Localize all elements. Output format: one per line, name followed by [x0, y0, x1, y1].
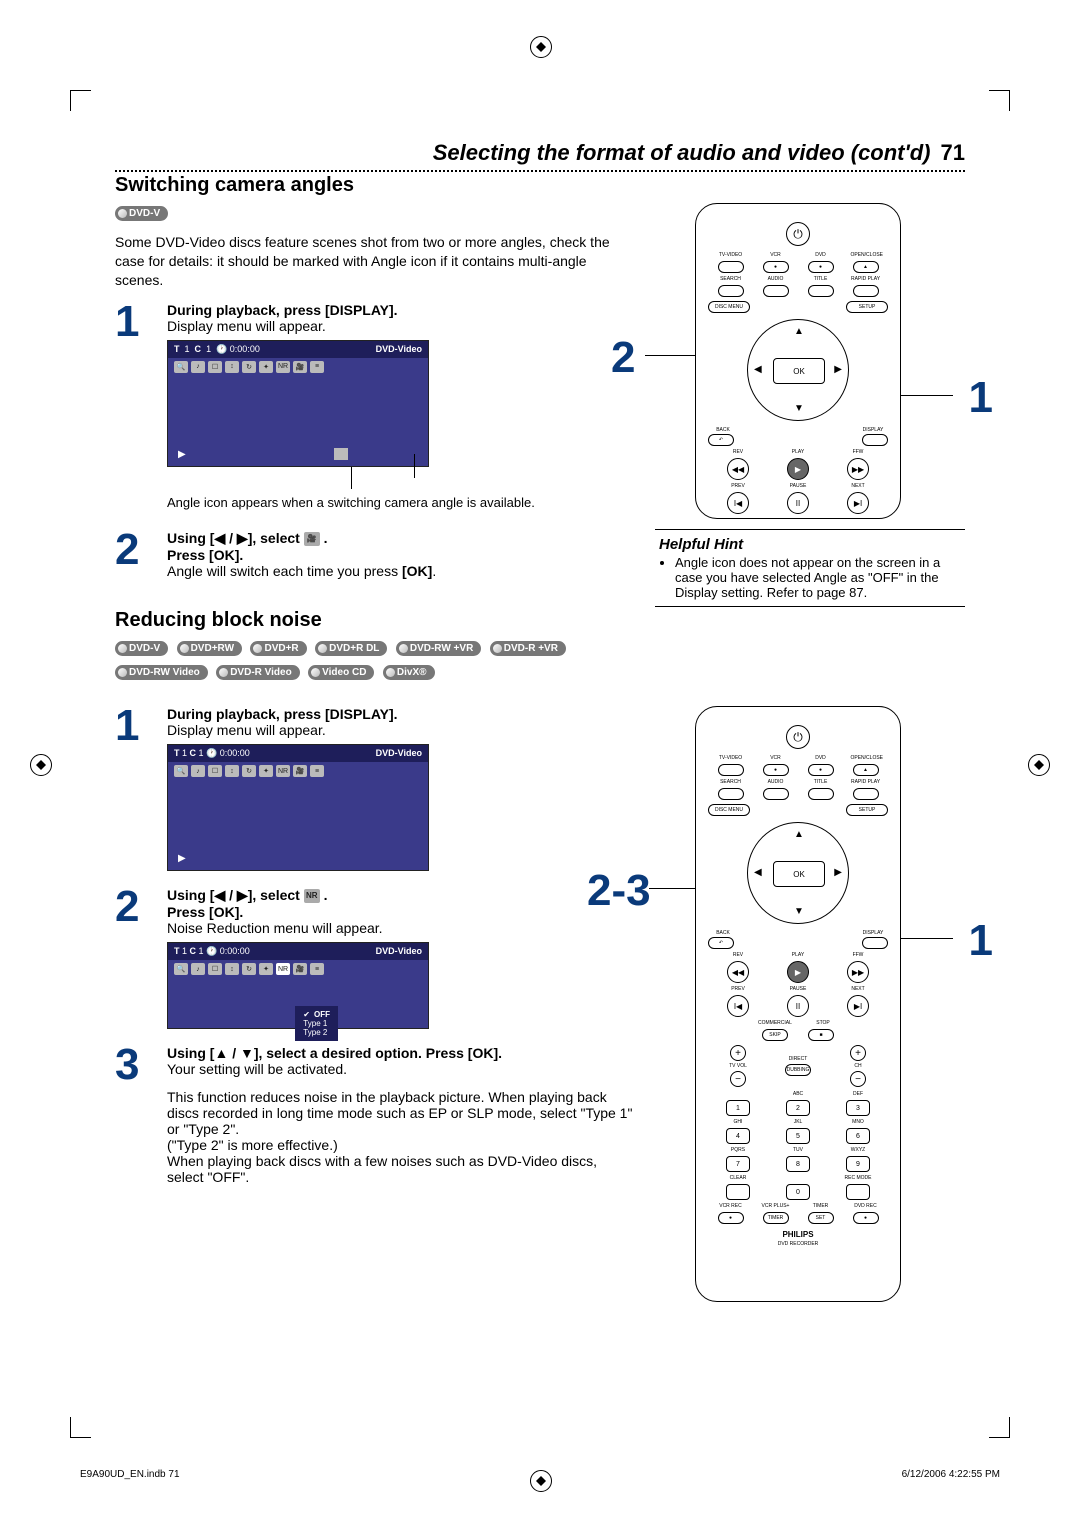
- power-button: ⏻: [786, 222, 810, 246]
- step-1-text: Display menu will appear.: [167, 318, 326, 334]
- disp-icon: ♪: [191, 361, 205, 373]
- callout-1: 1: [969, 373, 993, 423]
- nr-icon: NR: [304, 889, 320, 903]
- disp-icon: NR: [276, 361, 290, 373]
- s2-step-3-num: 3: [115, 1045, 155, 1185]
- s2-step-3-text4: When playing back discs with a few noise…: [167, 1153, 597, 1185]
- s2-step-2-text: Noise Reduction menu will appear.: [167, 920, 383, 936]
- hint-item: Angle icon does not appear on the screen…: [675, 555, 961, 600]
- remote-control-full: ⏻ TV-VIDEO VCR DVD OPEN/CLOSE ●●▲ SEARCH…: [695, 706, 901, 1302]
- crop-tl: [70, 90, 91, 111]
- badge: DivX®: [383, 665, 435, 680]
- header-title: Selecting the format of audio and video …: [433, 140, 931, 166]
- helpful-hint-box: Helpful Hint Angle icon does not appear …: [655, 529, 965, 607]
- hint-title: Helpful Hint: [659, 536, 961, 553]
- badge: DVD-R +VR: [490, 641, 566, 656]
- model-label: DVD RECORDER: [708, 1241, 888, 1247]
- section1-title: Switching camera angles: [115, 174, 965, 197]
- angle-icon: 🎥: [304, 532, 320, 546]
- step-1-num: 1: [115, 302, 155, 520]
- registration-mark-top: [530, 36, 552, 58]
- disp-icon: ✦: [259, 361, 273, 373]
- s2-step-3-text3: ("Type 2" is more effective.): [167, 1137, 338, 1153]
- remote-control-top: ⏻ TV-VIDEO VCR DVD OPEN/CLOSE ● ● ▲ SEAR…: [695, 203, 901, 519]
- angle-icon-indicator: [334, 448, 348, 460]
- nav-ring: ▲ ▼ ◀ ▶ OK: [747, 319, 849, 421]
- down-icon: ▼: [794, 403, 804, 414]
- disc-badge-dvdv: DVD-V: [115, 206, 168, 221]
- setup-btn: SETUP: [846, 301, 888, 313]
- disp-icon: ☐: [208, 361, 222, 373]
- dotted-rule: [115, 170, 965, 172]
- step-2-text: Angle will switch each time you press [O…: [167, 563, 436, 579]
- s2-step-1-num: 1: [115, 706, 155, 877]
- brand-label: PHILIPS: [708, 1230, 888, 1239]
- callout-1b: 1: [969, 916, 993, 966]
- osd-display-1: T 1 C 1 🕐 0:00:00 DVD-Video 🔍 ♪ ☐: [167, 340, 429, 467]
- footer-right: 6/12/2006 4:22:55 PM: [902, 1469, 1000, 1480]
- badge: DVD+RW: [177, 641, 242, 656]
- up-icon: ▲: [794, 326, 804, 337]
- badge: DVD+R DL: [315, 641, 387, 656]
- registration-mark-left: [30, 754, 52, 776]
- section2-title: Reducing block noise: [115, 609, 965, 632]
- display-btn: [862, 434, 888, 446]
- s2-step-3-text2: This function reduces noise in the playb…: [167, 1089, 632, 1137]
- badge: Video CD: [308, 665, 374, 680]
- s2-step-3-text1: Your setting will be activated.: [167, 1061, 347, 1077]
- step-1-bold: During playback, press [DISPLAY].: [167, 302, 398, 318]
- play-indicator-icon: ▶: [178, 449, 186, 460]
- nr-menu: ✔OFF Type 1 Type 2: [295, 1006, 338, 1041]
- s2-step-1-bold: During playback, press [DISPLAY].: [167, 706, 398, 722]
- crop-bl: [70, 1417, 91, 1438]
- disp-icon: ≡: [310, 361, 324, 373]
- s2-step-1-text: Display menu will appear.: [167, 722, 326, 738]
- badge: DVD-RW Video: [115, 665, 208, 680]
- osd-display-3: T 1 C 1 🕐 0:00:00 DVD-Video 🔍♪☐↕↻✦NR🎥≡ ✔…: [167, 942, 429, 1029]
- callout-2: 2: [611, 333, 635, 383]
- disp-icon: ↕: [225, 361, 239, 373]
- s2-step-3-bold: Using [▲ / ▼], select a desired option. …: [167, 1045, 502, 1061]
- osd-display-2: T 1 C 1 🕐 0:00:00 DVD-Video 🔍♪☐↕↻✦NR🎥≡ ▶: [167, 744, 429, 871]
- section1-intro: Some DVD-Video discs feature scenes shot…: [115, 233, 635, 290]
- s2-step-2-num: 2: [115, 887, 155, 1035]
- power-button: ⏻: [786, 725, 810, 749]
- disp-icon: 🔍: [174, 361, 188, 373]
- page-number: 71: [941, 140, 965, 166]
- crop-tr: [989, 90, 1010, 111]
- badge: DVD-V: [115, 641, 168, 656]
- ok-button: OK: [773, 358, 825, 384]
- caption-angle: Angle icon appears when a switching came…: [167, 495, 635, 510]
- crop-br: [989, 1417, 1010, 1438]
- registration-mark-right: [1028, 754, 1050, 776]
- disp-icon: 🎥: [293, 361, 307, 373]
- left-icon: ◀: [754, 364, 762, 375]
- badge: DVD-RW +VR: [396, 641, 481, 656]
- callout-23: 2-3: [587, 866, 651, 916]
- footer-left: E9A90UD_EN.indb 71: [80, 1469, 180, 1480]
- back-btn: ↶: [708, 434, 734, 446]
- right-icon: ▶: [834, 364, 842, 375]
- step-2-num: 2: [115, 530, 155, 579]
- disc-menu-btn: DISC MENU: [708, 301, 750, 313]
- badge: DVD+R: [250, 641, 306, 656]
- badge: DVD-R Video: [216, 665, 300, 680]
- disp-icon: ↻: [242, 361, 256, 373]
